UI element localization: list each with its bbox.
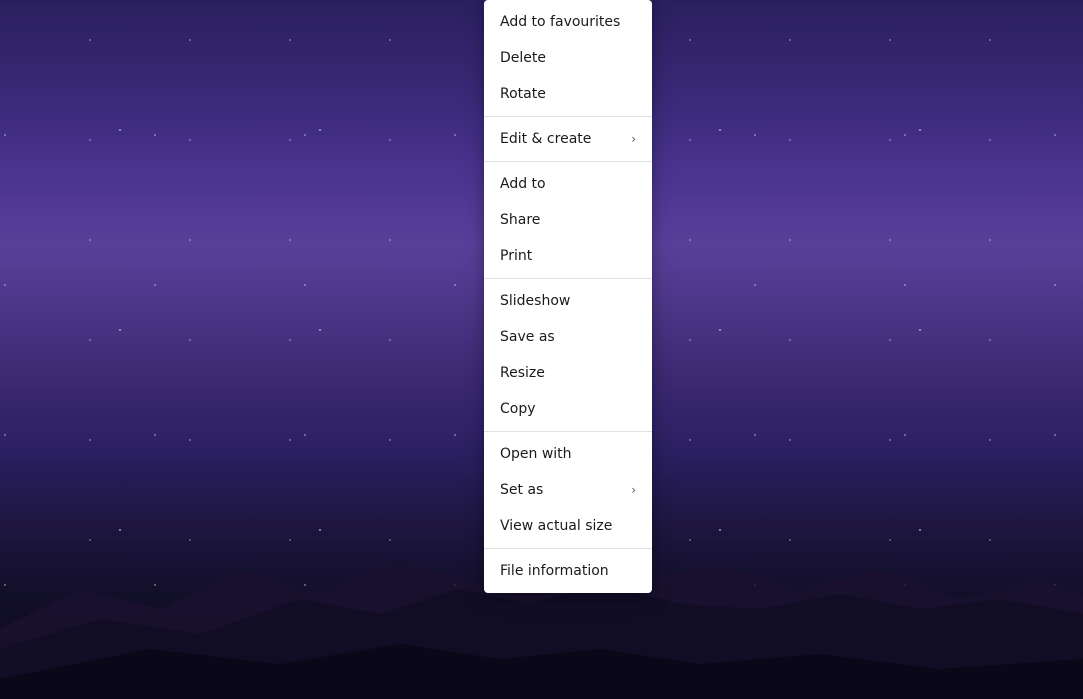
menu-item-view-actual-size[interactable]: View actual size — [484, 508, 652, 544]
menu-item-open-with[interactable]: Open with — [484, 436, 652, 472]
menu-item-add-to[interactable]: Add to — [484, 166, 652, 202]
menu-item-label: Edit & create — [500, 131, 591, 147]
menu-item-print[interactable]: Print — [484, 238, 652, 274]
menu-item-label: Share — [500, 212, 540, 228]
menu-item-label: Add to — [500, 176, 546, 192]
menu-item-label: Delete — [500, 50, 546, 66]
menu-item-share[interactable]: Share — [484, 202, 652, 238]
menu-divider-2 — [484, 161, 652, 162]
menu-item-label: Resize — [500, 365, 545, 381]
menu-item-slideshow[interactable]: Slideshow — [484, 283, 652, 319]
menu-item-label: Open with — [500, 446, 572, 462]
menu-item-label: Add to favourites — [500, 14, 620, 30]
menu-item-edit-create[interactable]: Edit & create › — [484, 121, 652, 157]
menu-divider-5 — [484, 548, 652, 549]
menu-item-label: Save as — [500, 329, 555, 345]
menu-item-rotate[interactable]: Rotate — [484, 76, 652, 112]
menu-item-copy[interactable]: Copy — [484, 391, 652, 427]
chevron-right-icon: › — [631, 132, 636, 146]
menu-item-label: Rotate — [500, 86, 546, 102]
menu-divider-1 — [484, 116, 652, 117]
menu-item-label: Set as — [500, 482, 543, 498]
menu-item-file-information[interactable]: File information — [484, 553, 652, 589]
menu-item-save-as[interactable]: Save as — [484, 319, 652, 355]
menu-item-label: Slideshow — [500, 293, 570, 309]
menu-item-label: Print — [500, 248, 532, 264]
context-menu: Add to favourites Delete Rotate Edit & c… — [484, 0, 652, 593]
menu-item-resize[interactable]: Resize — [484, 355, 652, 391]
menu-divider-4 — [484, 431, 652, 432]
menu-item-delete[interactable]: Delete — [484, 40, 652, 76]
menu-item-add-to-favourites[interactable]: Add to favourites — [484, 4, 652, 40]
menu-item-label: View actual size — [500, 518, 612, 534]
menu-item-label: Copy — [500, 401, 536, 417]
menu-item-label: File information — [500, 563, 609, 579]
menu-divider-3 — [484, 278, 652, 279]
menu-item-set-as[interactable]: Set as › — [484, 472, 652, 508]
chevron-right-icon: › — [631, 483, 636, 497]
